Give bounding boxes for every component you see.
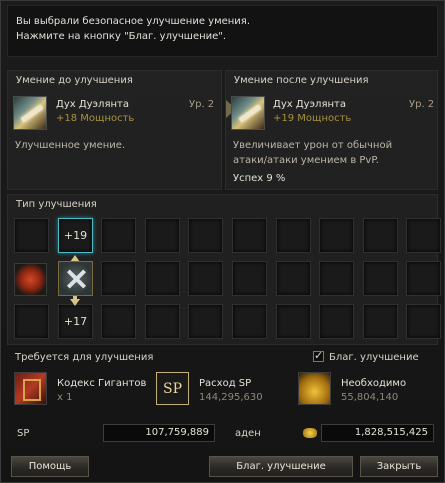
route-slot[interactable] (406, 304, 441, 339)
route-slot[interactable] (276, 261, 311, 296)
book-icon (14, 372, 47, 405)
route-slot[interactable] (145, 218, 180, 253)
route-slot[interactable] (363, 304, 398, 339)
route-slot[interactable] (363, 218, 398, 253)
route-slot[interactable] (363, 261, 398, 296)
crossed-swords-icon[interactable] (58, 261, 93, 296)
skill-after-level: Ур. 2 (409, 99, 435, 110)
blessed-enchant-button[interactable]: Благ. улучшение (209, 456, 353, 477)
req-sp-sub: 144,295,630 (199, 392, 263, 403)
skill-before-description: Улучшенное умение. (15, 140, 126, 151)
route-slot[interactable] (232, 261, 267, 296)
route-slot[interactable] (188, 304, 223, 339)
route-slot[interactable] (101, 304, 136, 339)
whip-skill-icon[interactable] (14, 263, 47, 296)
route-slot-upper[interactable]: +19 (58, 218, 93, 253)
route-slot[interactable] (276, 304, 311, 339)
skill-before-level: Ур. 2 (189, 99, 215, 110)
skill-before-panel: Умение до улучшения (7, 70, 222, 190)
route-lower-value: +17 (63, 315, 88, 328)
blessed-enchant-checkbox[interactable] (313, 349, 324, 362)
info-message-line1: Вы выбрали безопасное улучшение умения. (16, 16, 250, 27)
close-button[interactable]: Закрыть (360, 456, 438, 477)
route-slot[interactable] (145, 261, 180, 296)
skill-after-description-line1: Увеличивает урон от обычной (233, 140, 393, 151)
info-message-line2: Нажмите на кнопку "Благ. улучшение". (16, 31, 227, 42)
req-adena-name: Необходимо (341, 378, 407, 389)
adena-bag-icon (298, 372, 331, 405)
skill-before-title: Умение до улучшения (16, 75, 133, 86)
route-upper-value: +19 (63, 229, 88, 242)
route-slot[interactable] (188, 261, 223, 296)
route-slot-lower[interactable]: +17 (58, 304, 93, 339)
route-slot[interactable] (319, 304, 354, 339)
route-slot[interactable] (319, 218, 354, 253)
route-slot[interactable] (276, 218, 311, 253)
route-slot[interactable] (101, 261, 136, 296)
skill-after-power: +19 Мощность (273, 113, 352, 124)
sp-balance-label: SP (17, 428, 30, 439)
success-rate: Успех 9 % (233, 173, 286, 184)
route-slot[interactable] (188, 218, 223, 253)
skill-after-title: Умение после улучшения (234, 75, 369, 86)
skill-after-description-line2: атаки/атаки умением в PvP. (233, 155, 379, 166)
help-button[interactable]: Помощь (11, 456, 89, 477)
req-adena-sub: 55,804,140 (341, 392, 399, 403)
route-slot[interactable] (406, 261, 441, 296)
adena-coins-icon (303, 428, 317, 438)
req-sp-name: Расход SP (199, 378, 252, 389)
arrow-down-icon (70, 299, 80, 306)
adena-balance-field: 1,828,515,425 (321, 424, 434, 442)
skill-before-name: Дух Дуэлянта (56, 99, 129, 110)
enchant-type-title: Тип улучшения (16, 199, 97, 210)
route-slot[interactable] (319, 261, 354, 296)
sp-balance-field: 107,759,889 (103, 424, 215, 442)
requirements-title: Требуется для улучшения (15, 352, 154, 363)
route-slot[interactable] (14, 218, 49, 253)
req-item-sub: x 1 (57, 392, 73, 403)
route-slot[interactable] (406, 218, 441, 253)
duelist-spirit-icon (231, 96, 265, 130)
route-slot[interactable] (101, 218, 136, 253)
route-slot[interactable] (232, 218, 267, 253)
info-message: Вы выбрали безопасное улучшение умения. … (7, 5, 438, 57)
skill-after-name: Дух Дуэлянта (273, 99, 346, 110)
blessed-enchant-label: Благ. улучшение (329, 352, 419, 363)
route-slot[interactable] (14, 304, 49, 339)
adena-balance-label: аден (235, 428, 261, 439)
skill-enchant-window: Вы выбрали безопасное улучшение умения. … (0, 0, 445, 483)
skill-after-description: Увеличивает урон от обычной атаки/атаки … (233, 138, 392, 168)
route-slot[interactable] (232, 304, 267, 339)
sp-icon: SP (156, 372, 189, 405)
req-item-name: Кодекс Гигантов (57, 378, 147, 389)
route-slot[interactable] (145, 304, 180, 339)
skill-before-power: +18 Мощность (56, 113, 135, 124)
duelist-spirit-icon (13, 96, 47, 130)
